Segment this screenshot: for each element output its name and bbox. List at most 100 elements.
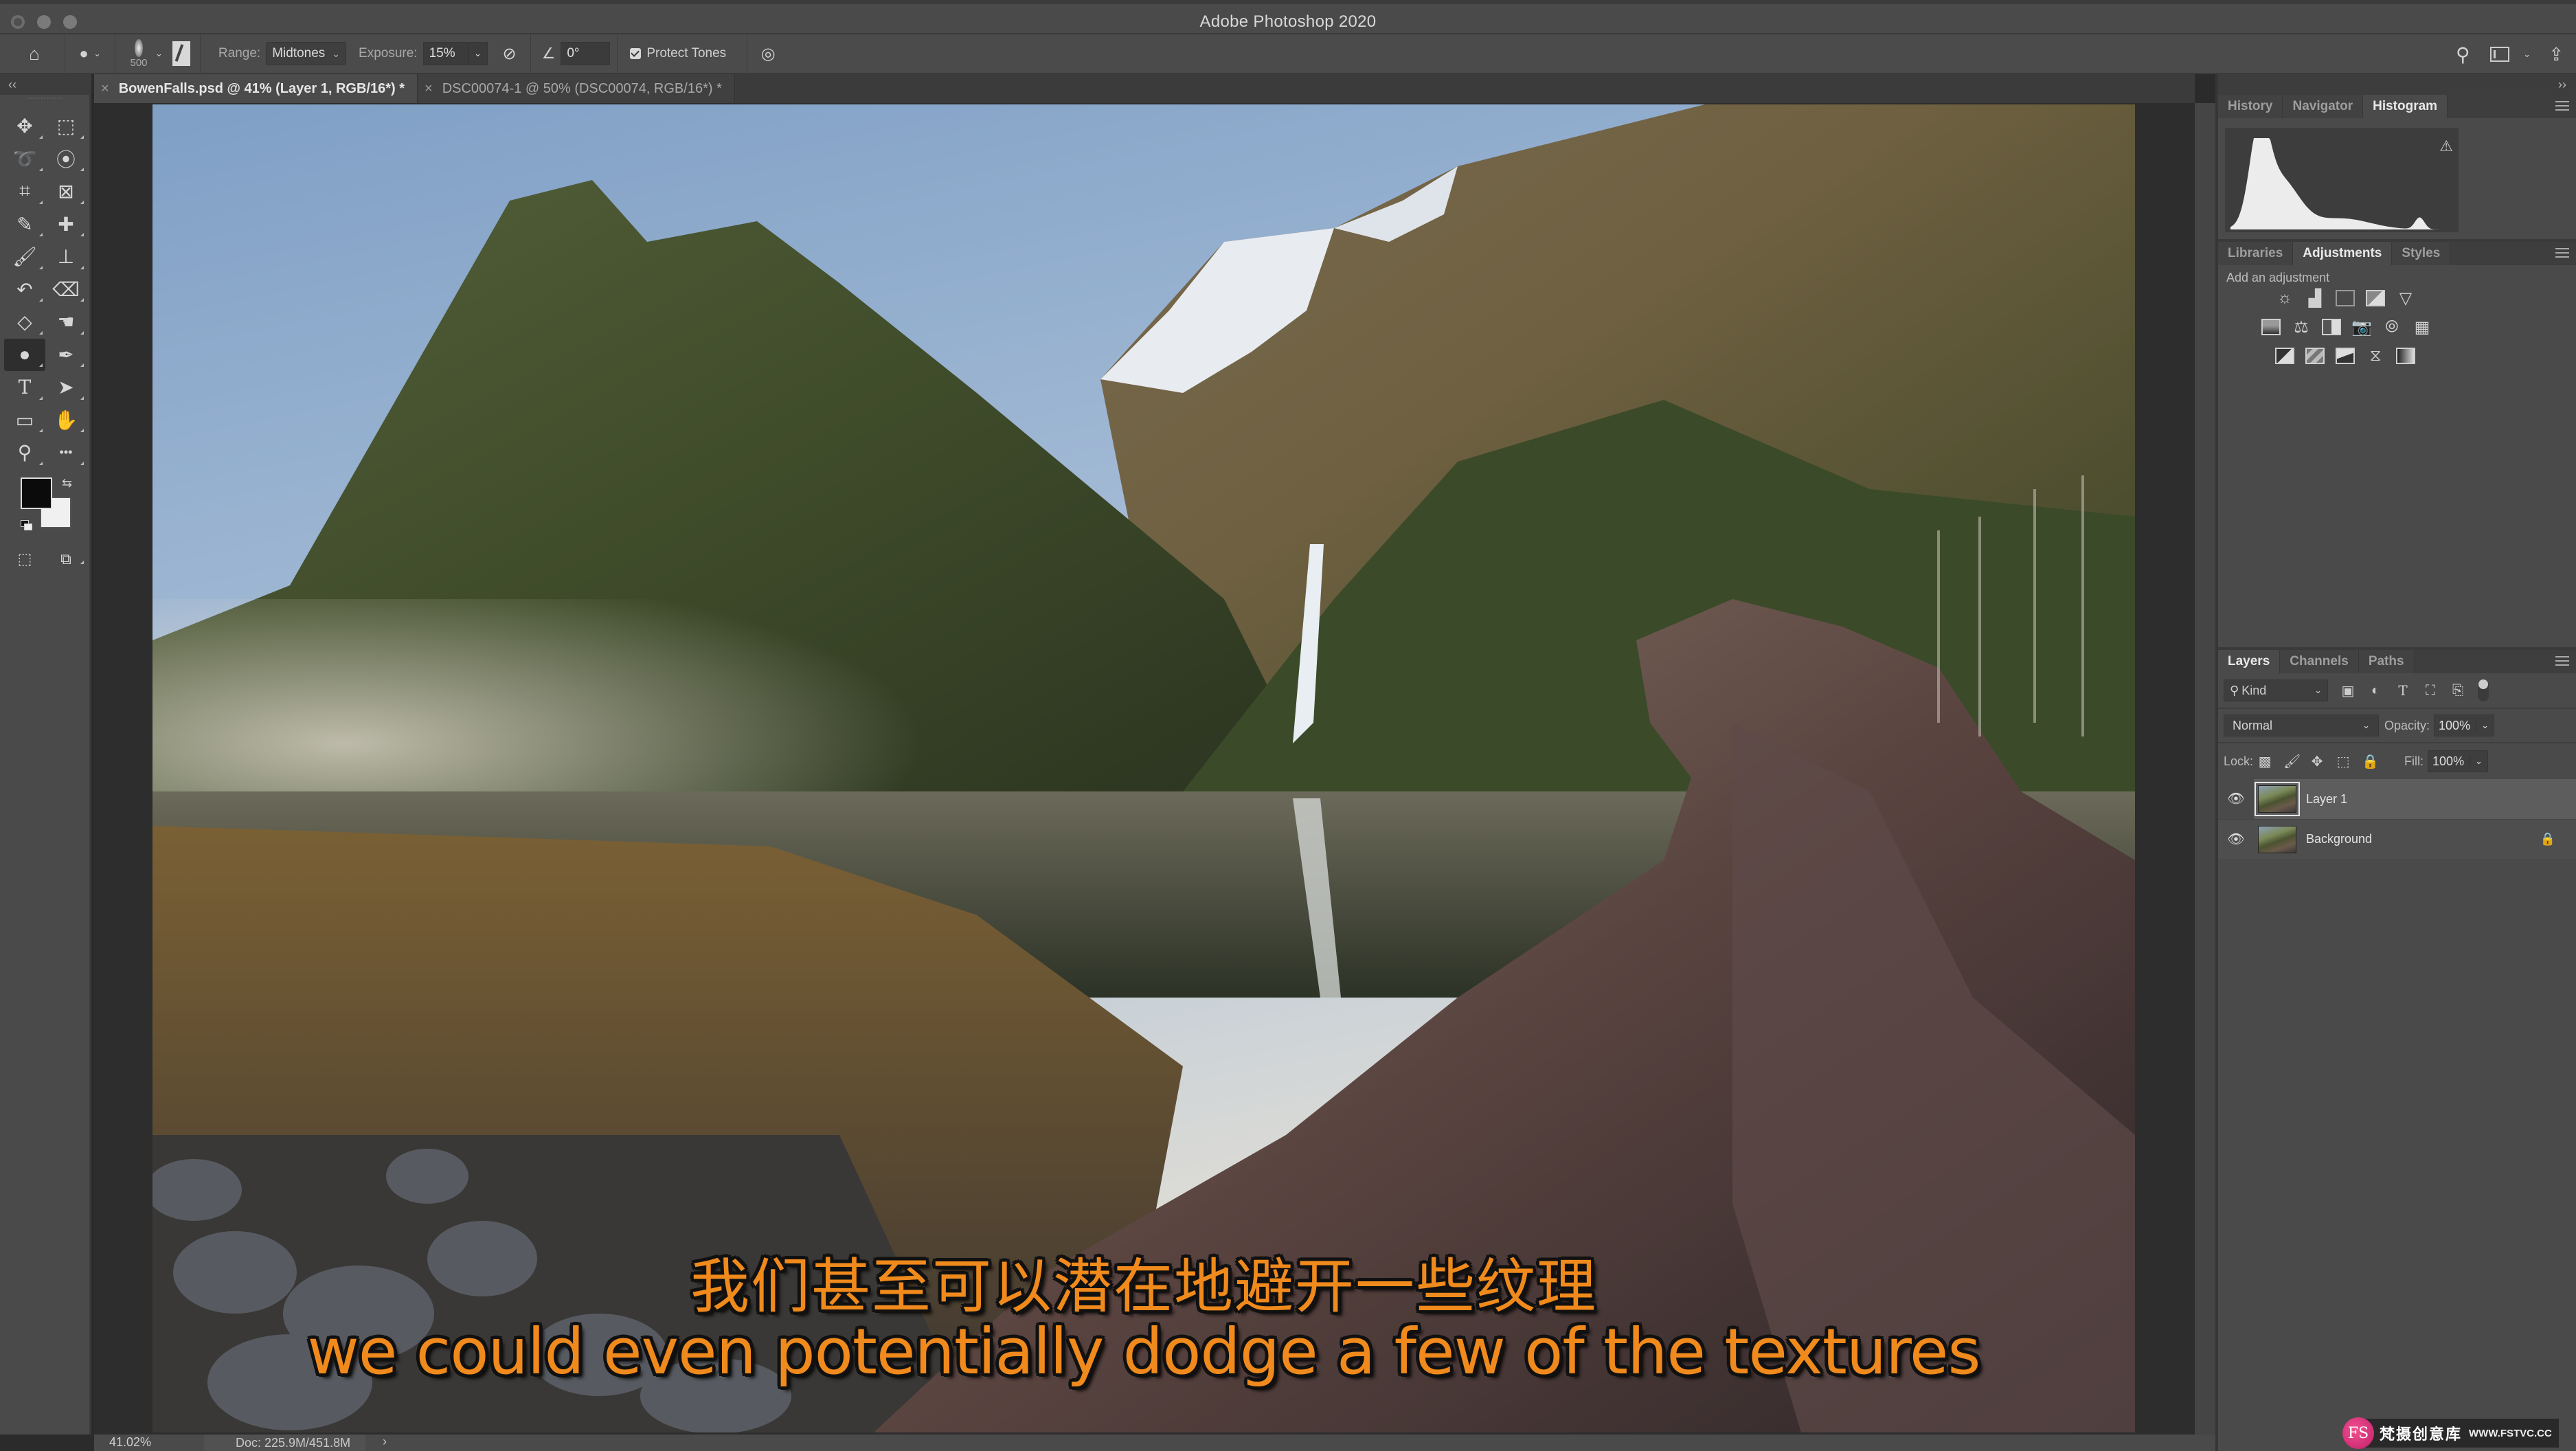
threshold-icon[interactable]	[2335, 347, 2355, 365]
share-icon[interactable]: ⇪	[2549, 44, 2564, 65]
edit-toolbar[interactable]: •••	[45, 436, 87, 469]
workspace-icon[interactable]	[2490, 47, 2510, 62]
color-balance-icon[interactable]: ⚖	[2291, 318, 2312, 337]
filter-adjustment-layers-icon[interactable]: ◐	[2368, 683, 2383, 699]
photo-filter-icon[interactable]: 📷	[2351, 318, 2372, 337]
lasso-tool[interactable]: ➰	[4, 143, 45, 176]
default-colors-icon[interactable]	[21, 519, 32, 530]
toolbox-grip[interactable]	[27, 98, 62, 107]
lock-image-pixels-icon[interactable]: 🖌	[2283, 753, 2301, 770]
quick-mask-icon[interactable]: ⬚	[4, 550, 45, 568]
tab-navigator[interactable]: Navigator	[2283, 95, 2364, 118]
curves-icon[interactable]	[2335, 289, 2355, 307]
opacity-input[interactable]: 100% ⌄	[2434, 715, 2495, 736]
panel-menu-icon[interactable]	[2555, 656, 2569, 666]
marquee-tool[interactable]: ⬚	[45, 110, 87, 143]
document-image[interactable]: 我们甚至可以潜在地避开一些纹理 we could even potentiall…	[152, 104, 2135, 1432]
type-tool[interactable]: T	[4, 371, 45, 404]
paint-bucket-tool[interactable]: ◇	[4, 306, 45, 339]
gradient-map-icon[interactable]	[2395, 347, 2416, 365]
filter-shape-layers-icon[interactable]: ⛶	[2423, 683, 2438, 699]
hand-tool[interactable]: ✋	[45, 404, 87, 437]
invert-icon[interactable]	[2274, 347, 2295, 365]
rectangle-tool[interactable]: ▭	[4, 404, 45, 437]
range-select[interactable]: Midtones ⌄	[266, 42, 347, 65]
layer-row-layer-1[interactable]: 👁 Layer 1	[2218, 779, 2576, 819]
workspace-chevron-icon[interactable]: ⌄	[2523, 49, 2531, 60]
exposure-icon[interactable]	[2365, 289, 2386, 307]
panel-menu-icon[interactable]	[2555, 248, 2569, 258]
tab-paths[interactable]: Paths	[2358, 650, 2415, 673]
zoom-tool[interactable]: ⚲	[4, 436, 45, 469]
layer-locked-icon[interactable]: 🔒	[2540, 832, 2555, 846]
panel-menu-icon[interactable]	[2555, 101, 2569, 111]
zoom-level[interactable]: 41.02%	[109, 1435, 151, 1450]
close-tab-icon[interactable]: ×	[101, 81, 109, 97]
quick-selection-tool[interactable]: ⦿	[45, 143, 87, 176]
lock-artboard-icon[interactable]: ⬚	[2336, 753, 2351, 770]
hue-saturation-icon[interactable]	[2261, 318, 2281, 336]
color-lookup-icon[interactable]: ▦	[2412, 318, 2432, 337]
levels-icon[interactable]: ▟	[2305, 289, 2325, 308]
home-icon[interactable]: ⌂	[21, 40, 48, 67]
pressure-size-icon[interactable]: ◎	[754, 40, 782, 67]
tab-layers[interactable]: Layers	[2218, 650, 2281, 673]
visibility-eye-icon[interactable]: 👁	[2218, 779, 2254, 819]
selective-color-icon[interactable]: ⧖	[2365, 346, 2386, 365]
protect-tones-checkbox[interactable]	[630, 48, 642, 59]
close-tab-icon[interactable]: ×	[425, 81, 433, 97]
eraser-tool[interactable]: ⌫	[45, 273, 87, 306]
collapse-panels-button[interactable]: ››	[2218, 74, 2576, 95]
airbrush-icon[interactable]: ⊘	[496, 40, 523, 67]
filter-smart-objects-icon[interactable]: ⎘	[2450, 683, 2465, 699]
history-brush-tool[interactable]: ↶	[4, 273, 45, 306]
tab-channels[interactable]: Channels	[2280, 650, 2359, 673]
tab-history[interactable]: History	[2218, 95, 2283, 118]
tab-styles[interactable]: Styles	[2392, 242, 2451, 265]
swap-colors-icon[interactable]: ⇆	[62, 476, 72, 491]
dodge-tool[interactable]: ●	[4, 338, 45, 371]
lock-all-icon[interactable]: 🔒	[2362, 753, 2379, 770]
doc-tab-bowenfalls[interactable]: × BowenFalls.psd @ 41% (Layer 1, RGB/16*…	[94, 74, 418, 103]
pen-tool[interactable]: ✒	[45, 339, 87, 372]
frame-tool[interactable]: ⊠	[45, 175, 87, 208]
visibility-eye-icon[interactable]: 👁	[2218, 831, 2254, 848]
exposure-input[interactable]: 15%	[422, 42, 468, 65]
collapse-toolbox-button[interactable]: ‹‹	[0, 74, 91, 95]
angle-input[interactable]: 0°	[561, 42, 611, 65]
path-selection-tool[interactable]: ➤	[45, 371, 87, 404]
brush-settings-icon[interactable]	[172, 41, 190, 66]
eyedropper-tool[interactable]: ✎	[4, 208, 45, 241]
status-menu-arrow[interactable]: ›	[383, 1435, 387, 1449]
brush-preset-picker[interactable]: 500	[125, 38, 152, 69]
vibrance-icon[interactable]: ▽	[2395, 289, 2416, 308]
layer-filter-toggle[interactable]	[2478, 679, 2489, 701]
exposure-slider-toggle[interactable]: ⌄	[468, 42, 488, 65]
tab-libraries[interactable]: Libraries	[2218, 242, 2294, 265]
foreground-color-swatch[interactable]	[21, 477, 52, 509]
black-white-icon[interactable]	[2321, 318, 2342, 336]
lock-position-icon[interactable]: ✥	[2309, 753, 2325, 770]
layer-filter-kind-select[interactable]: ⚲ Kind ⌄	[2224, 679, 2328, 701]
posterize-icon[interactable]	[2305, 347, 2325, 365]
lock-transparent-pixels-icon[interactable]: ▩	[2257, 753, 2272, 770]
search-icon[interactable]: ⚲	[2449, 41, 2476, 68]
tab-adjustments[interactable]: Adjustments	[2293, 242, 2393, 265]
filter-pixel-layers-icon[interactable]: ▣	[2340, 682, 2355, 699]
canvas-vertical-scrollbar[interactable]	[2195, 103, 2215, 1435]
chevron-down-icon[interactable]: ⌄	[155, 48, 163, 59]
screen-mode-icon[interactable]: ⧉	[45, 550, 87, 568]
tool-preset-picker[interactable]: ● ⌄	[76, 40, 104, 67]
move-tool[interactable]: ✥	[4, 110, 45, 143]
layer-row-background[interactable]: 👁 Background 🔒	[2218, 819, 2576, 859]
tab-histogram[interactable]: Histogram	[2363, 95, 2448, 118]
brightness-contrast-icon[interactable]: ☼	[2274, 289, 2295, 307]
healing-brush-tool[interactable]: ✚	[45, 208, 87, 241]
cache-warning-icon[interactable]: ⚠	[2439, 137, 2453, 155]
canvas-area[interactable]: 我们甚至可以潜在地避开一些纹理 we could even potentiall…	[94, 103, 2195, 1435]
fill-input[interactable]: 100% ⌄	[2428, 750, 2489, 772]
filter-type-layers-icon[interactable]: T	[2395, 682, 2410, 699]
crop-tool[interactable]: ⌗	[4, 175, 45, 208]
clone-stamp-tool[interactable]: ⊥	[45, 240, 87, 273]
blend-mode-select[interactable]: Normal ⌄	[2224, 715, 2379, 736]
